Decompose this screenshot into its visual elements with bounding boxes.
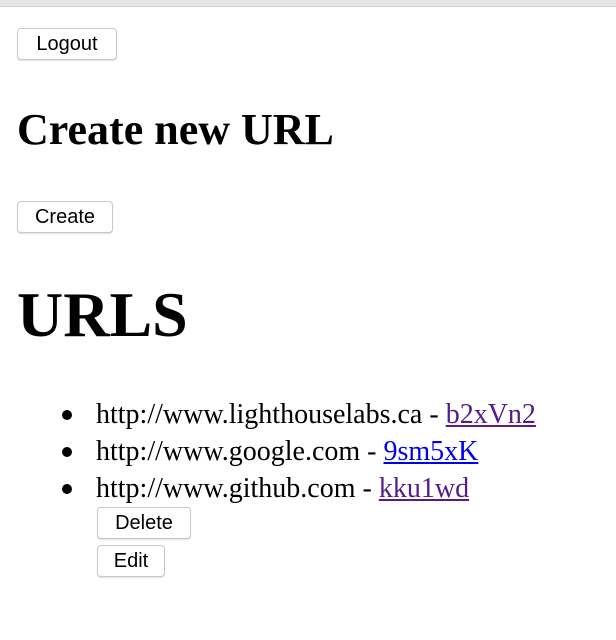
create-url-heading: Create new URL	[17, 105, 334, 154]
edit-button[interactable]: Edit	[97, 545, 165, 577]
long-url: http://www.google.com	[96, 436, 361, 467]
delete-button[interactable]: Delete	[97, 507, 191, 539]
bullet-icon	[62, 410, 72, 420]
bullet-icon	[62, 447, 72, 457]
bullet-icon	[62, 484, 72, 494]
logout-button[interactable]: Logout	[17, 28, 117, 60]
urls-heading: URLS	[17, 279, 188, 350]
short-url-link[interactable]: 9sm5xK	[383, 436, 478, 467]
short-url-link[interactable]: b2xVn2	[446, 399, 536, 430]
separator: -	[360, 436, 384, 467]
short-url-link[interactable]: kku1wd	[379, 473, 469, 504]
separator: -	[422, 399, 446, 430]
url-list: http://www.lighthouselabs.ca - b2xVn2 ht…	[0, 396, 616, 507]
page: Logout Create new URL Create URLS http:/…	[0, 0, 616, 640]
long-url: http://www.lighthouselabs.ca	[96, 399, 423, 430]
create-button[interactable]: Create	[17, 201, 113, 233]
url-list-item: http://www.google.com - 9sm5xK	[0, 433, 616, 470]
long-url: http://www.github.com	[96, 473, 356, 504]
separator: -	[355, 473, 379, 504]
url-list-item: http://www.github.com - kku1wd	[0, 470, 616, 507]
url-list-item: http://www.lighthouselabs.ca - b2xVn2	[0, 396, 616, 433]
